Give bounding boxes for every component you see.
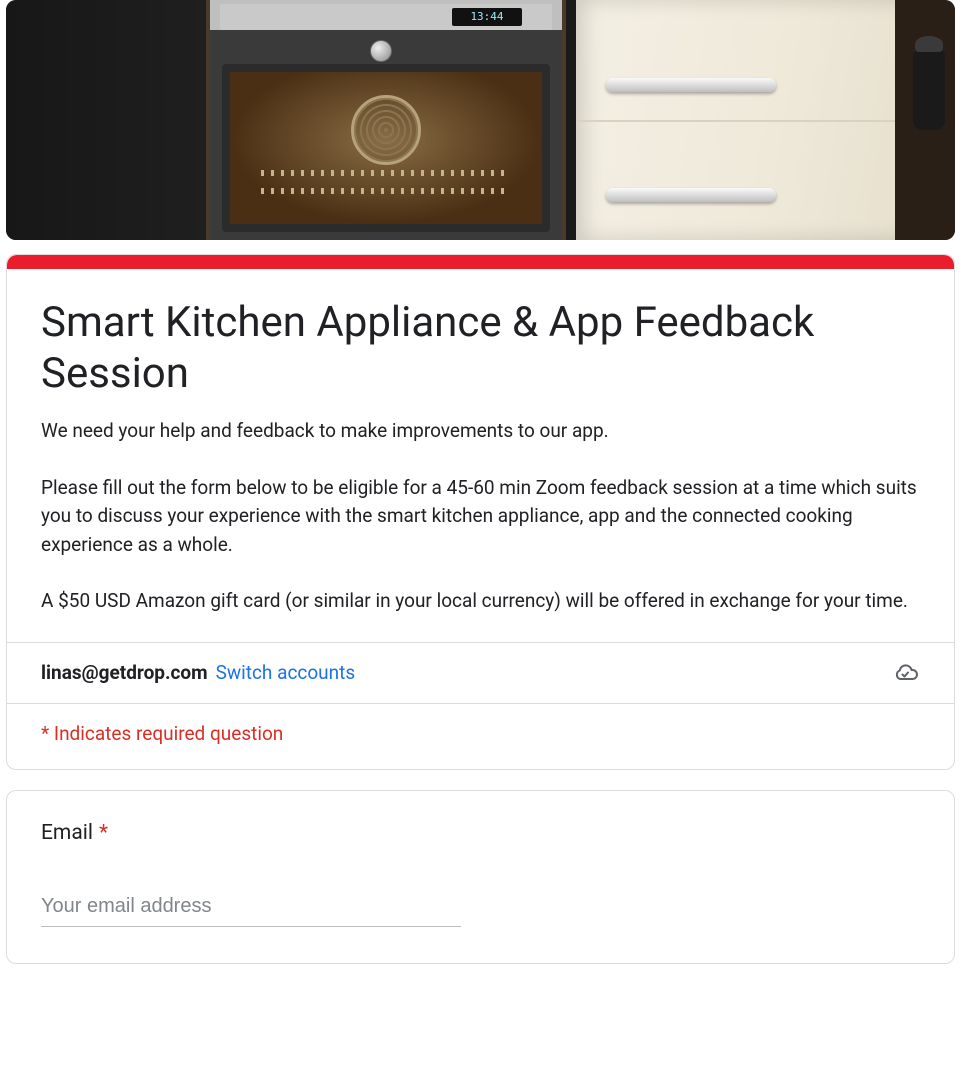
account-email: linas@getdrop.com — [41, 661, 208, 684]
description-paragraph: A $50 USD Amazon gift card (or similar i… — [41, 587, 920, 616]
form-title: Smart Kitchen Appliance & App Feedback S… — [41, 297, 920, 399]
question-card-email: Email * — [6, 790, 955, 964]
form-description: We need your help and feedback to make i… — [41, 417, 920, 616]
required-indicator-note: * Indicates required question — [7, 704, 954, 769]
description-paragraph: We need your help and feedback to make i… — [41, 417, 920, 446]
accent-bar — [7, 255, 954, 269]
account-row: linas@getdrop.com Switch accounts — [7, 643, 954, 703]
cloud-saved-icon — [890, 661, 920, 685]
email-input[interactable] — [41, 891, 461, 927]
form-page: 13:44 Smart Kitchen Appliance & App Feed… — [0, 0, 961, 1004]
question-label: Email — [41, 821, 93, 845]
header-image: 13:44 — [6, 0, 955, 240]
required-asterisk: * — [99, 821, 108, 845]
description-paragraph: Please fill out the form below to be eli… — [41, 474, 920, 560]
switch-accounts-link[interactable]: Switch accounts — [216, 661, 356, 684]
oven-clock: 13:44 — [452, 8, 522, 26]
form-header-card: Smart Kitchen Appliance & App Feedback S… — [6, 254, 955, 770]
